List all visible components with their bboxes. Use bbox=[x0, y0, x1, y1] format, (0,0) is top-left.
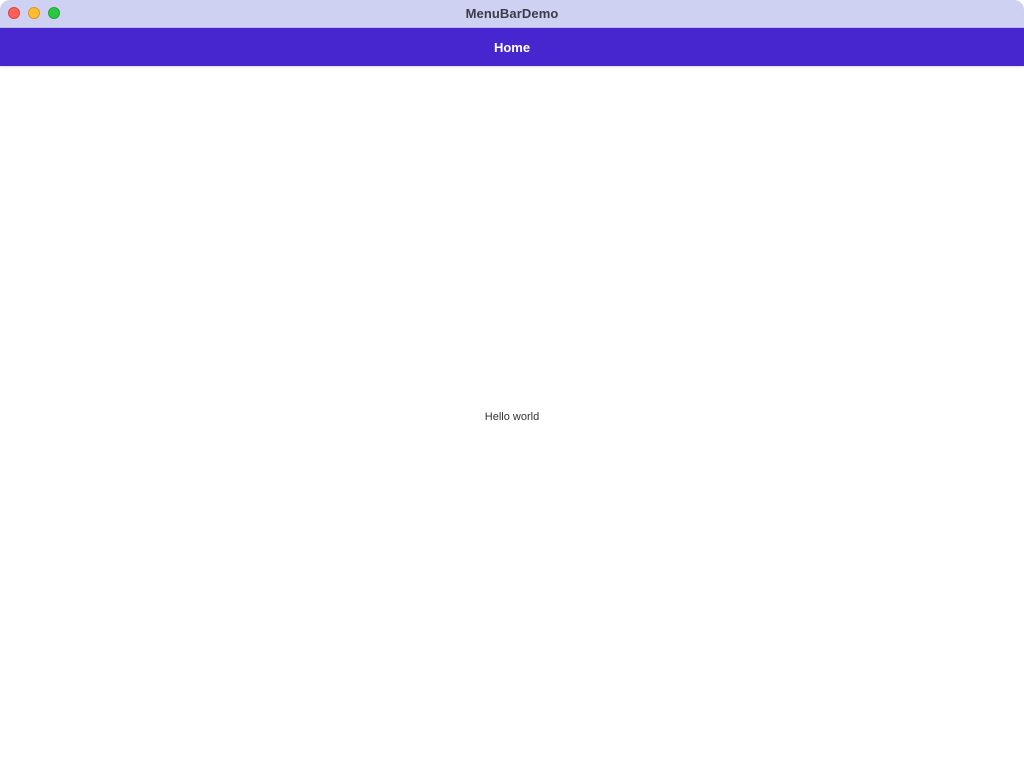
app-window: MenuBarDemo Home Hello world bbox=[0, 0, 1024, 768]
navigation-bar: Home bbox=[0, 28, 1024, 66]
close-window-button[interactable] bbox=[8, 7, 20, 19]
window-controls bbox=[8, 7, 60, 19]
maximize-window-button[interactable] bbox=[48, 7, 60, 19]
window-title: MenuBarDemo bbox=[465, 6, 559, 21]
navigation-title: Home bbox=[493, 39, 531, 55]
hello-label: Hello world bbox=[484, 411, 540, 423]
minimize-window-button[interactable] bbox=[28, 7, 40, 19]
title-bar[interactable]: MenuBarDemo bbox=[0, 0, 1024, 28]
main-content: Hello world bbox=[0, 66, 1024, 768]
